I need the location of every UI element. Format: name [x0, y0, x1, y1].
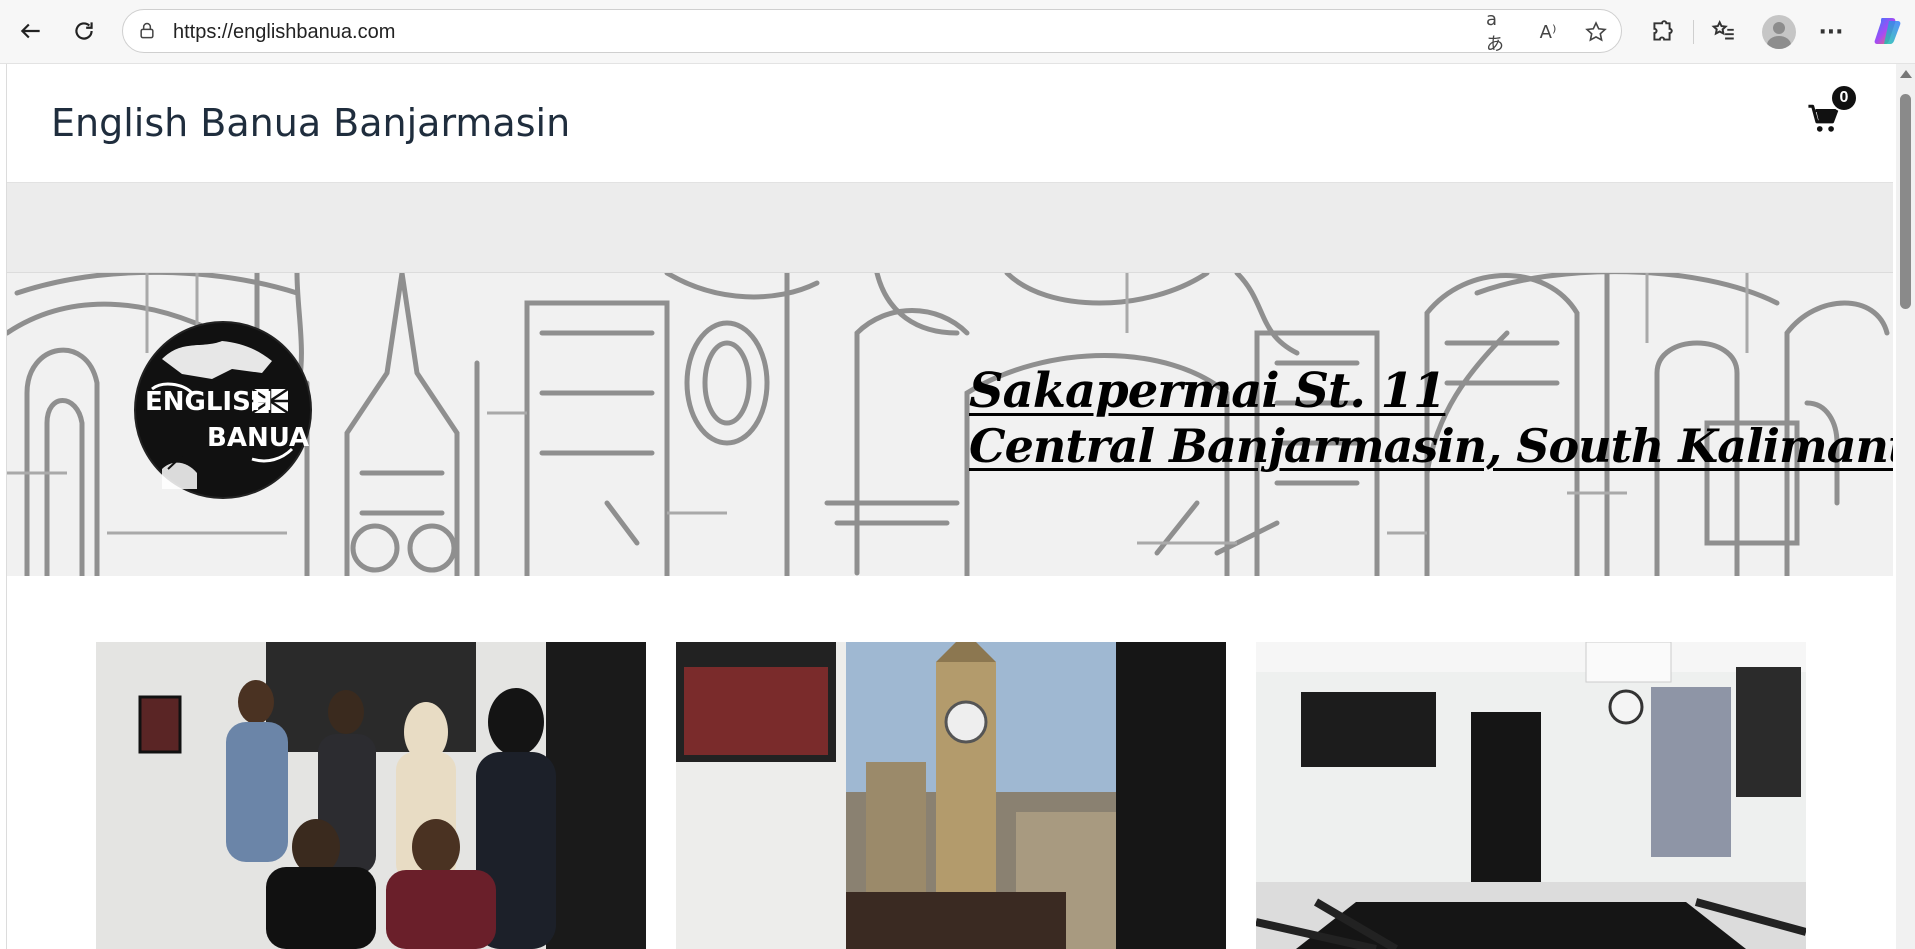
puzzle-icon[interactable]: [1645, 15, 1679, 49]
profile-avatar[interactable]: [1762, 15, 1796, 49]
browser-toolbar: aあ A⁾ ···: [0, 0, 1915, 64]
read-aloud-icon[interactable]: A⁾: [1534, 18, 1562, 46]
page-scrollbar[interactable]: [1896, 64, 1915, 949]
site-title[interactable]: English Banua Banjarmasin: [51, 101, 570, 145]
refresh-icon[interactable]: [66, 13, 102, 49]
back-arrow-icon[interactable]: [13, 13, 49, 49]
more-icon[interactable]: ···: [1814, 15, 1848, 49]
address-street[interactable]: Sakapermai St. 11: [969, 363, 1446, 419]
scroll-thumb[interactable]: [1900, 94, 1911, 309]
address-bar[interactable]: aあ A⁾: [122, 9, 1622, 55]
favorites-list-icon[interactable]: [1707, 15, 1741, 49]
cart-count-badge: 0: [1830, 84, 1858, 112]
star-icon[interactable]: [1582, 18, 1610, 46]
scroll-up-arrow-icon[interactable]: [1900, 70, 1912, 78]
site-header: English Banua Banjarmasin 0: [7, 64, 1893, 183]
photo-big-ben-mural[interactable]: [676, 642, 1226, 949]
logo-text-english: ENGLISH: [145, 387, 273, 417]
translate-icon[interactable]: aあ: [1486, 9, 1514, 55]
url-input[interactable]: [171, 17, 1475, 47]
logo-text-banua: BANUA: [207, 423, 310, 453]
copilot-icon[interactable]: [1872, 15, 1904, 47]
toolbar-divider: [1693, 20, 1694, 44]
photo-classroom[interactable]: [1256, 642, 1806, 949]
lock-icon[interactable]: [137, 21, 157, 41]
navigation-menu-bar: [7, 183, 1893, 273]
photo-students-group[interactable]: [96, 642, 646, 949]
hero-banner: ENGLISH BANUA Sakapermai St. 11 Central …: [7, 273, 1893, 576]
address-city[interactable]: Central Banjarmasin, South Kalimantan: [969, 419, 1893, 473]
page-viewport: English Banua Banjarmasin 0 ENGLISH BANU…: [6, 64, 1893, 949]
